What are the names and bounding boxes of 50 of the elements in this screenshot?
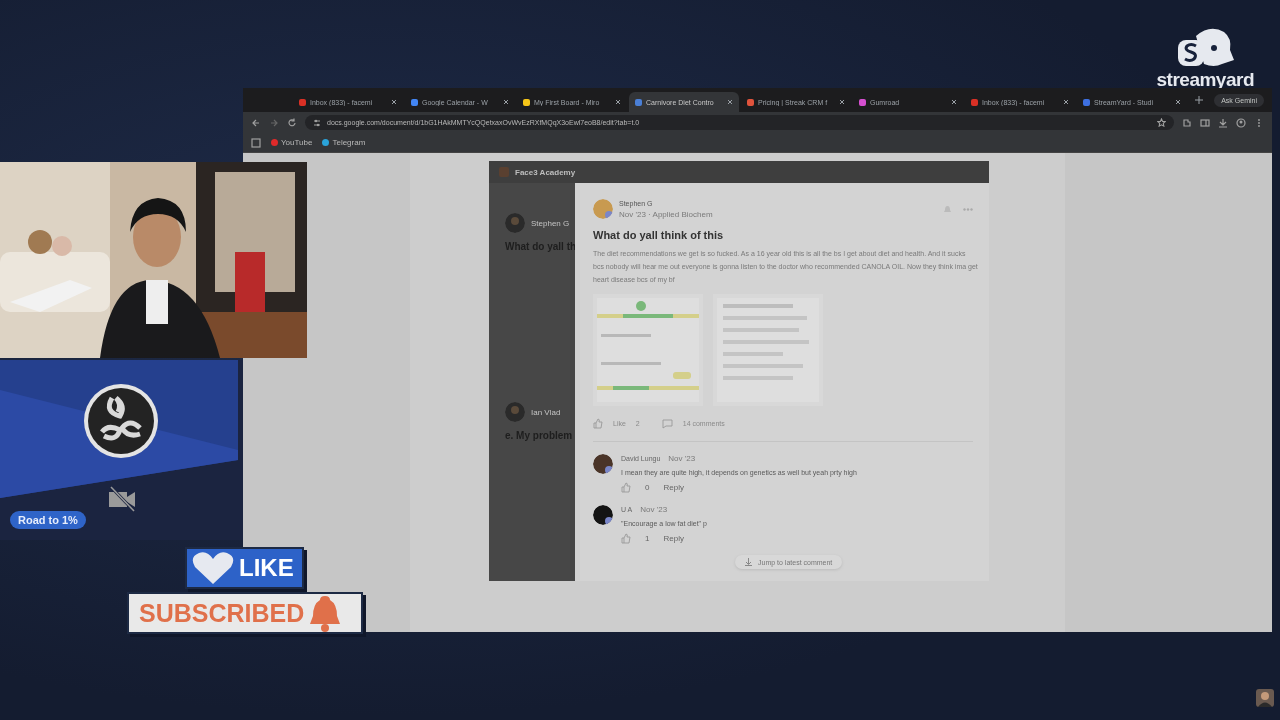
subscribe-label: SUBSCRIBED — [139, 598, 305, 628]
avatar-icon — [593, 454, 613, 474]
avatar-icon — [1256, 689, 1274, 707]
author-name: Ian Vlad — [531, 407, 561, 417]
close-icon[interactable] — [727, 99, 733, 105]
thumbs-up-icon[interactable] — [621, 482, 631, 493]
avatar-icon — [593, 199, 613, 219]
bookmark[interactable]: Telegram — [322, 138, 366, 147]
thumbs-up-icon[interactable] — [593, 418, 603, 429]
close-icon[interactable] — [951, 99, 957, 105]
group-name: Face3 Academy — [515, 167, 576, 177]
close-icon[interactable] — [1063, 99, 1069, 105]
apps-icon[interactable] — [251, 137, 261, 148]
like-count: 1 — [645, 534, 650, 543]
like-label: LIKE — [239, 553, 294, 583]
site-info-icon — [313, 118, 321, 127]
close-icon[interactable] — [839, 99, 845, 105]
close-icon[interactable] — [503, 99, 509, 105]
download-icon[interactable] — [1218, 117, 1228, 128]
side-panel-icon[interactable] — [1200, 117, 1210, 128]
bell-icon — [310, 594, 341, 632]
reply-link[interactable]: Reply — [663, 534, 684, 543]
like-count: 0 — [645, 483, 650, 492]
comment-time: Nov '23 — [640, 505, 668, 514]
extensions-icon[interactable] — [1182, 117, 1192, 128]
avatar-icon — [593, 505, 613, 525]
thumbs-up-icon[interactable] — [621, 533, 631, 544]
group-logo-icon — [499, 167, 509, 177]
goal-badge: Road to 1% — [10, 511, 86, 529]
arrow-down-icon — [745, 558, 752, 566]
back-icon[interactable] — [251, 117, 261, 128]
heart-icon — [191, 551, 235, 585]
avatar-icon — [505, 213, 525, 233]
star-icon[interactable] — [1157, 118, 1166, 127]
profile-icon[interactable] — [1236, 117, 1246, 128]
close-icon[interactable] — [391, 99, 397, 105]
close-icon[interactable] — [1175, 99, 1181, 105]
circle-logo-icon — [82, 382, 160, 460]
new-tab-icon[interactable] — [1195, 96, 1203, 104]
post-meta: Nov '23 · Applied Biochem — [619, 209, 713, 219]
bookmark[interactable]: YouTube — [271, 138, 313, 147]
comment-time: Nov '23 — [668, 454, 696, 463]
avatar-icon — [505, 402, 525, 422]
author-name: Stephen G — [531, 218, 570, 228]
brand-name: streamyard — [1156, 70, 1254, 90]
reload-icon[interactable] — [287, 117, 297, 128]
close-icon[interactable] — [615, 99, 621, 105]
reply-link[interactable]: Reply — [663, 483, 684, 492]
camera-off-icon — [108, 486, 136, 512]
post-title: What do yall think of this — [593, 229, 725, 241]
